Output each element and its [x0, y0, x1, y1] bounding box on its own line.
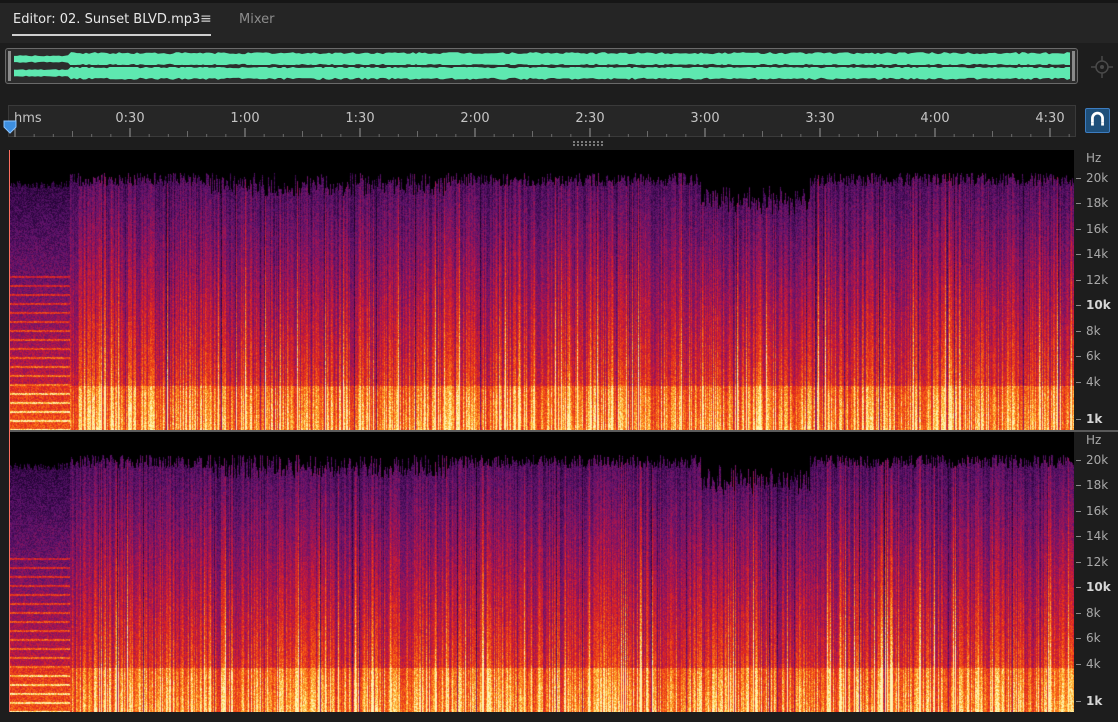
magnet-icon [1091, 111, 1104, 126]
frequency-tick [1076, 178, 1081, 179]
overview-waveform[interactable] [5, 48, 1078, 84]
frequency-label: 8k [1086, 324, 1101, 338]
spectrogram-channel-right[interactable] [10, 432, 1074, 712]
active-tab-underline [12, 34, 211, 36]
frequency-label: 10k [1086, 298, 1111, 312]
frequency-label: 12k [1086, 273, 1109, 287]
frequency-tick [1076, 203, 1081, 204]
frequency-label: 8k [1086, 606, 1101, 620]
frequency-label: 4k [1086, 375, 1101, 389]
audio-editor-window: Editor: 02. Sunset BLVD.mp3 ≡ Mixer hms … [0, 0, 1118, 722]
overview-range-handle-left[interactable] [8, 51, 11, 81]
snap-toggle-button[interactable] [1085, 108, 1110, 133]
spectrogram-graphic [10, 432, 1074, 712]
frequency-tick [1076, 331, 1081, 332]
frequency-tick [1076, 587, 1081, 588]
overview-waveform-graphic [14, 52, 1070, 80]
time-ruler-label: 1:30 [345, 111, 375, 126]
frequency-tick [1076, 460, 1081, 461]
playhead-marker-icon[interactable] [3, 120, 17, 134]
time-ruler-label: 3:00 [690, 111, 720, 126]
frequency-label: 16k [1086, 222, 1109, 236]
frequency-label: 6k [1086, 631, 1101, 645]
frequency-tick [1076, 701, 1081, 702]
overview-range-handle-right[interactable] [1072, 51, 1075, 81]
time-ruler-label: 4:30 [1035, 111, 1065, 126]
resize-grip[interactable] [573, 141, 603, 146]
overview-waveform-band [14, 66, 1070, 80]
frequency-label: 10k [1086, 580, 1111, 594]
frequency-label: 20k [1086, 171, 1109, 185]
frequency-label: 1k [1086, 694, 1103, 708]
frequency-tick [1076, 280, 1081, 281]
time-ruler[interactable]: hms 0:30 1:00 1:30 2:00 2:30 3:00 3:30 4:00 4:30 [8, 105, 1076, 137]
time-ruler-label: 0:30 [115, 111, 145, 126]
frequency-label: 14k [1086, 529, 1109, 543]
frequency-tick [1076, 419, 1081, 420]
tab-mixer[interactable]: Mixer [239, 12, 274, 27]
frequency-tick [1076, 536, 1081, 537]
frequency-label: 12k [1086, 555, 1109, 569]
time-ruler-label: 2:00 [460, 111, 490, 126]
frequency-scale-right[interactable]: Hz 20k 18k 16k 14k 12k 10k 8k 6k 4k 1k [1074, 432, 1118, 712]
time-ruler-label: 2:30 [575, 111, 605, 126]
frequency-label: 14k [1086, 247, 1109, 261]
frequency-label: 4k [1086, 657, 1101, 671]
frequency-tick [1076, 305, 1081, 306]
frequency-tick [1076, 613, 1081, 614]
frequency-label: 18k [1086, 478, 1109, 492]
tab-editor[interactable]: Editor: 02. Sunset BLVD.mp3 [13, 12, 200, 27]
tab-menu-icon[interactable]: ≡ [200, 11, 212, 27]
overview-waveform-band [14, 52, 1070, 66]
time-ruler-label: 1:00 [230, 111, 260, 126]
frequency-label: 16k [1086, 504, 1109, 518]
frequency-label: 18k [1086, 196, 1109, 210]
frequency-tick [1076, 356, 1081, 357]
spectrogram-graphic [10, 150, 1074, 430]
frequency-tick [1076, 229, 1081, 230]
time-ruler-label: 3:30 [805, 111, 835, 126]
frequency-scale-left[interactable]: Hz 20k 18k 16k 14k 12k 10k 8k 6k 4k 1k [1074, 150, 1118, 430]
spectrogram-channel-left[interactable] [10, 150, 1074, 430]
crosshair-zoom-icon[interactable] [1091, 56, 1113, 78]
playhead-cursor-line [9, 150, 10, 712]
frequency-tick [1076, 485, 1081, 486]
time-ruler-label: 4:00 [920, 111, 950, 126]
frequency-tick [1076, 638, 1081, 639]
frequency-label: 20k [1086, 453, 1109, 467]
frequency-tick [1076, 562, 1081, 563]
frequency-tick [1076, 664, 1081, 665]
time-ruler-unit: hms [14, 111, 42, 126]
frequency-unit: Hz [1086, 433, 1102, 447]
frequency-tick [1076, 254, 1081, 255]
panel-tab-bar: Editor: 02. Sunset BLVD.mp3 ≡ Mixer [0, 0, 1118, 43]
frequency-tick [1076, 382, 1081, 383]
frequency-tick [1076, 511, 1081, 512]
frequency-unit: Hz [1086, 151, 1102, 165]
time-ruler-ticks [14, 128, 1070, 137]
frequency-label: 6k [1086, 349, 1101, 363]
frequency-label: 1k [1086, 412, 1103, 426]
